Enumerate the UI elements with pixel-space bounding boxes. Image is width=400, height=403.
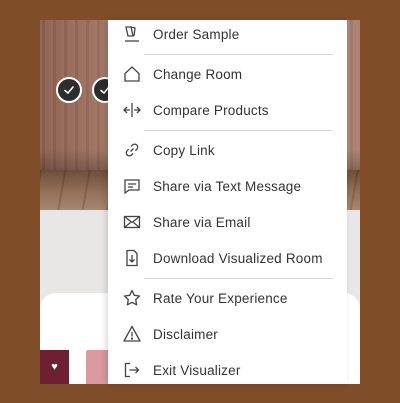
surface-selected-check-icon[interactable]	[56, 77, 82, 103]
menu-item-disclaimer[interactable]: Disclaimer	[108, 319, 347, 349]
menu-item-share-email[interactable]: Share via Email	[108, 207, 347, 237]
menu-divider	[144, 278, 333, 279]
menu-item-label: Copy Link	[153, 142, 215, 158]
chat-message-icon	[122, 176, 142, 196]
download-icon	[122, 248, 142, 268]
menu-item-change-room[interactable]: Change Room	[108, 59, 347, 89]
menu-item-label: Share via Text Message	[153, 178, 302, 194]
menu-divider	[144, 130, 333, 131]
menu-item-rate-experience[interactable]: Rate Your Experience	[108, 283, 347, 313]
menu-item-download-room[interactable]: Download Visualized Room	[108, 243, 347, 273]
warning-triangle-icon	[122, 324, 142, 344]
menu-item-share-text[interactable]: Share via Text Message	[108, 171, 347, 201]
product-swatch[interactable]: ♥	[40, 350, 69, 384]
menu-item-copy-link[interactable]: Copy Link	[108, 135, 347, 165]
star-icon	[122, 288, 142, 308]
menu-item-label: Rate Your Experience	[153, 290, 288, 306]
menu-item-label: Change Room	[153, 66, 243, 82]
menu-item-label: Compare Products	[153, 102, 269, 118]
house-icon	[122, 64, 142, 84]
menu-divider	[144, 54, 333, 55]
link-icon	[122, 140, 142, 160]
menu-item-exit-visualizer[interactable]: Exit Visualizer	[108, 355, 347, 385]
email-envelope-icon	[122, 212, 142, 232]
menu-item-order-sample[interactable]: Order Sample	[108, 19, 347, 49]
menu-item-compare-products[interactable]: Compare Products	[108, 95, 347, 125]
menu-item-label: Share via Email	[153, 214, 251, 230]
options-menu: Order Sample Change Room Compare Product…	[108, 20, 347, 384]
compare-arrows-icon	[122, 100, 142, 120]
sample-swatch-icon	[122, 24, 142, 44]
menu-item-label: Exit Visualizer	[153, 362, 241, 378]
menu-item-label: Download Visualized Room	[153, 250, 323, 266]
menu-item-label: Disclaimer	[153, 326, 219, 342]
menu-item-label: Order Sample	[153, 26, 240, 42]
exit-icon	[122, 360, 142, 380]
favorite-heart-icon[interactable]: ♥	[51, 361, 58, 373]
